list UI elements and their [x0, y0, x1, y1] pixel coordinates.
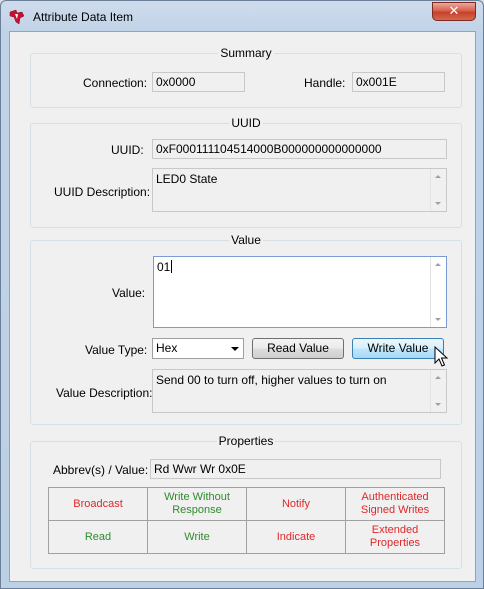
- attribute-dialog-window: Attribute Data Item ✕ Summary Connection…: [0, 0, 484, 589]
- close-icon: ✕: [448, 4, 460, 19]
- value-type-selected: Hex: [156, 341, 178, 355]
- property-indicate: Indicate: [246, 520, 346, 554]
- uuid-description-text: LED0 State: [156, 172, 218, 186]
- property-notify: Notify: [246, 487, 346, 521]
- value-input-text: 01: [157, 260, 171, 274]
- value-group: Value Value: 01 Value Type: Hex Read Val…: [30, 233, 462, 425]
- scroll-up-arrow-icon[interactable]: [435, 263, 441, 266]
- value-description-text: Send 00 to turn off, higher values to tu…: [156, 373, 387, 387]
- uuid-description-box: LED0 State: [152, 168, 447, 212]
- property-extended-properties: Extended Properties: [345, 520, 445, 554]
- properties-group: Properties Abbrev(s) / Value: Rd Wwr Wr …: [30, 434, 462, 569]
- value-description-scrollbar[interactable]: [430, 370, 446, 412]
- value-input-scrollbar[interactable]: [430, 257, 446, 327]
- uuid-group-title: UUID: [229, 116, 263, 130]
- property-write-without-response: Write Without Response: [147, 487, 247, 521]
- summary-group-title: Summary: [218, 46, 274, 60]
- properties-row: Read Write Indicate Extended Properties: [48, 520, 445, 554]
- handle-value: 0x001E: [352, 72, 445, 92]
- value-type-label: Value Type:: [85, 343, 148, 357]
- read-value-button[interactable]: Read Value: [252, 338, 344, 359]
- property-read: Read: [48, 520, 148, 554]
- scroll-down-arrow-icon[interactable]: [435, 202, 441, 205]
- write-value-button[interactable]: Write Value: [352, 338, 444, 359]
- window-title: Attribute Data Item: [33, 10, 134, 24]
- properties-row: Broadcast Write Without Response Notify …: [48, 487, 445, 521]
- abbrev-label: Abbrev(s) / Value:: [53, 463, 149, 477]
- properties-group-title: Properties: [216, 434, 276, 448]
- scroll-up-arrow-icon[interactable]: [435, 175, 441, 178]
- close-button[interactable]: ✕: [432, 2, 476, 21]
- value-type-dropdown[interactable]: Hex: [152, 338, 244, 359]
- scroll-up-arrow-icon[interactable]: [435, 376, 441, 379]
- uuid-value: 0xF000111104514000B000000000000000: [152, 139, 447, 159]
- text-caret: [171, 260, 173, 273]
- texas-instruments-logo-icon: [9, 9, 25, 25]
- uuid-description-scrollbar[interactable]: [430, 169, 446, 211]
- value-label: Value:: [112, 286, 146, 300]
- property-broadcast: Broadcast: [48, 487, 148, 521]
- value-description-label: Value Description:: [56, 386, 153, 400]
- chevron-down-icon: [231, 347, 239, 351]
- handle-label: Handle:: [304, 76, 346, 90]
- scroll-down-arrow-icon[interactable]: [435, 403, 441, 406]
- connection-value: 0x0000: [152, 72, 245, 92]
- uuid-description-label: UUID Description:: [54, 185, 151, 199]
- dialog-client-area: Summary Connection: 0x0000 Handle: 0x001…: [9, 31, 476, 582]
- uuid-label: UUID:: [111, 143, 144, 157]
- connection-label: Connection:: [83, 76, 148, 90]
- title-bar[interactable]: Attribute Data Item ✕: [1, 1, 483, 31]
- mouse-pointer-icon: [434, 346, 448, 367]
- summary-group: Summary Connection: 0x0000 Handle: 0x001…: [30, 46, 462, 108]
- value-input[interactable]: 01: [153, 256, 447, 328]
- value-description-box: Send 00 to turn off, higher values to tu…: [152, 369, 447, 413]
- property-write: Write: [147, 520, 247, 554]
- properties-flags-table: Broadcast Write Without Response Notify …: [48, 487, 445, 554]
- uuid-group: UUID UUID: 0xF000111104514000B0000000000…: [30, 116, 462, 228]
- property-authenticated-signed-writes: Authenticated Signed Writes: [345, 487, 445, 521]
- abbrev-value: Rd Wwr Wr 0x0E: [150, 459, 441, 479]
- scroll-down-arrow-icon[interactable]: [435, 318, 441, 321]
- value-group-title: Value: [229, 233, 263, 247]
